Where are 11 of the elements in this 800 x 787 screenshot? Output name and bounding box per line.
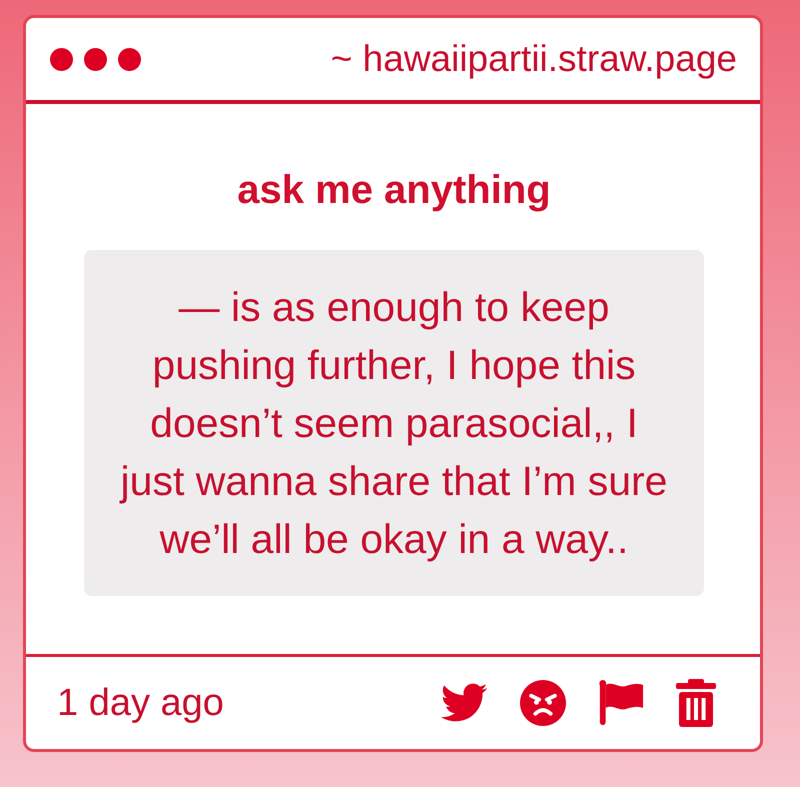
angry-face-icon[interactable] (520, 680, 566, 726)
message-text: — is as enough to keep pushing further, I hope this doesn’t seem parasocial,, I just wanna share that I’m sure we’ll all be okay in a way.. (118, 283, 668, 564)
trash-icon[interactable] (676, 679, 716, 727)
post-time: 1 day ago (57, 682, 224, 724)
bird-icon[interactable] (439, 682, 488, 724)
window-dot-icon (50, 48, 73, 70)
page-address: ~ hawaiipartii.straw.page (330, 38, 737, 80)
window-dot-icon (84, 48, 107, 70)
window-dot-icon (118, 48, 141, 70)
card-title: ask me anything (237, 168, 551, 212)
flag-icon[interactable] (598, 679, 644, 727)
